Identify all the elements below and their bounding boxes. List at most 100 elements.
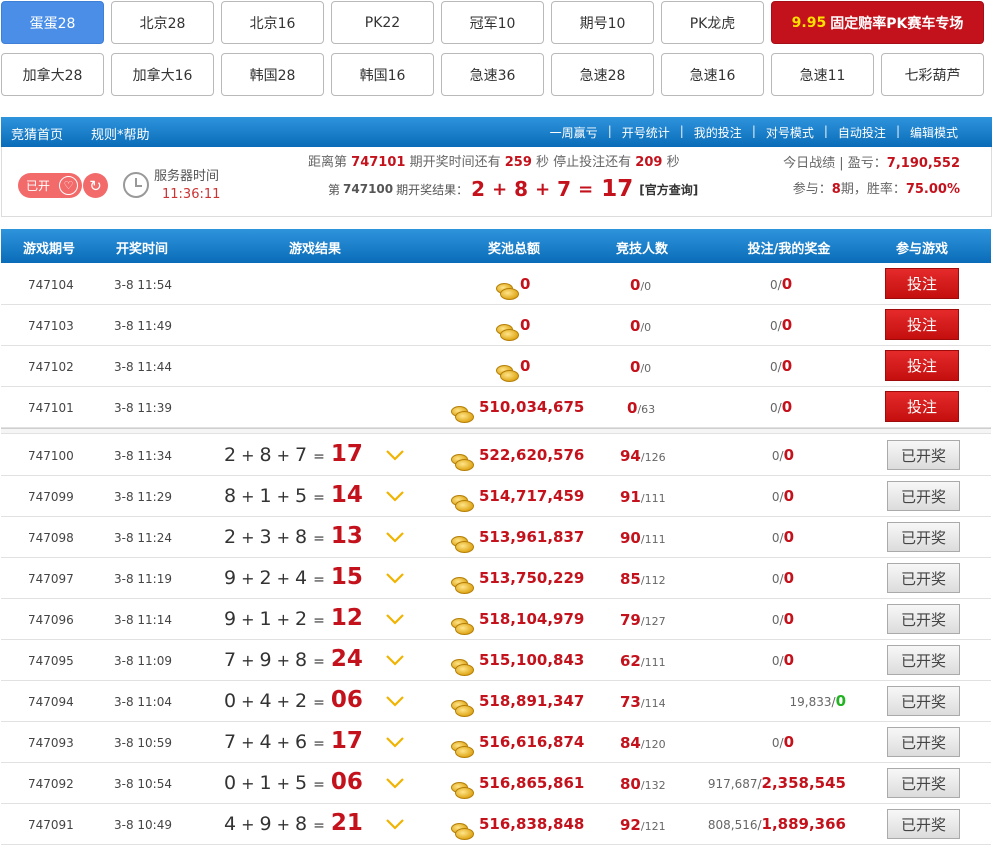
- plus-sign: +: [241, 692, 255, 711]
- bet-amount: 0/: [771, 531, 784, 545]
- draw-time: 3-8 11:14: [114, 613, 172, 627]
- tab-canada28[interactable]: 加拿大28: [1, 53, 104, 96]
- nav-separator: |: [895, 124, 900, 138]
- expand-chevron-icon[interactable]: [385, 530, 405, 544]
- bet-prize: 0/0: [772, 610, 794, 628]
- drawn-button[interactable]: 已开奖: [887, 645, 960, 675]
- draw-result: 9 +2 +4 = 15: [224, 564, 363, 590]
- countdown-unit: 秒 停止投注还有: [536, 155, 632, 170]
- expand-chevron-icon[interactable]: [385, 817, 405, 831]
- open-status-toggle[interactable]: 已开 ♡: [18, 173, 82, 198]
- bet-button[interactable]: 投注: [885, 391, 959, 422]
- players-total: /111: [640, 492, 666, 505]
- drawn-button[interactable]: 已开奖: [887, 768, 960, 798]
- players-total: /114: [640, 697, 666, 710]
- period: 747093: [28, 736, 74, 750]
- plus-sign: +: [276, 487, 290, 506]
- section-divider: [1, 428, 991, 434]
- period: 747098: [28, 531, 74, 545]
- nav-link-my-bets[interactable]: 我的投注: [684, 124, 752, 141]
- tab-canada16[interactable]: 加拿大16: [111, 53, 214, 96]
- coin-icon: [451, 406, 474, 423]
- nav-link-number-stats[interactable]: 开号统计: [612, 124, 680, 141]
- drawn-button[interactable]: 已开奖: [887, 604, 960, 634]
- expand-chevron-icon[interactable]: [385, 694, 405, 708]
- players-total: /121: [640, 820, 666, 833]
- drawn-button[interactable]: 已开奖: [887, 440, 960, 470]
- tab-beijing28[interactable]: 北京28: [111, 1, 214, 44]
- ball-c: 8: [295, 649, 308, 671]
- tab-pk-longhu[interactable]: PK龙虎: [661, 1, 764, 44]
- nav-link-pair-mode[interactable]: 对号模式: [756, 124, 824, 141]
- nav-link-auto-bet[interactable]: 自动投注: [828, 124, 896, 141]
- tab-qihao10[interactable]: 期号10: [551, 1, 654, 44]
- tab-jisu16[interactable]: 急速16: [661, 53, 764, 96]
- prize-amount: 0: [783, 569, 794, 587]
- ball-c: 5: [295, 772, 308, 794]
- tab-beijing16[interactable]: 北京16: [221, 1, 324, 44]
- bet-button[interactable]: 投注: [885, 309, 959, 340]
- tab-jisu28[interactable]: 急速28: [551, 53, 654, 96]
- expand-chevron-icon[interactable]: [385, 735, 405, 749]
- players: 0/0: [630, 275, 651, 294]
- drawn-button[interactable]: 已开奖: [887, 522, 960, 552]
- equals-sign: =: [578, 178, 594, 200]
- players: 90/111: [620, 528, 666, 547]
- tab-qicai-hulu[interactable]: 七彩葫芦: [881, 53, 984, 96]
- pool-amount: 0: [520, 275, 531, 293]
- plus-sign: +: [276, 610, 290, 629]
- tab-dandan28[interactable]: 蛋蛋28: [1, 1, 104, 44]
- result-sum: 24: [330, 646, 363, 672]
- period: 747101: [28, 401, 74, 415]
- tab-jisu11[interactable]: 急速11: [771, 53, 874, 96]
- table-row: 747100 3-8 11:34 2 +8 +7 = 17 522,620,576 94/126…: [1, 435, 991, 476]
- expand-chevron-icon[interactable]: [385, 776, 405, 790]
- drawn-button[interactable]: 已开奖: [887, 563, 960, 593]
- expand-chevron-icon[interactable]: [385, 448, 405, 462]
- ball-c: 8: [295, 526, 308, 548]
- refresh-icon[interactable]: ↻: [83, 173, 108, 198]
- ball-c: 8: [295, 813, 308, 835]
- expand-chevron-icon[interactable]: [385, 612, 405, 626]
- ball-a: 2: [224, 526, 237, 548]
- tab-korea28[interactable]: 韩国28: [221, 53, 324, 96]
- coin-icon: [496, 283, 519, 300]
- table-row: 747097 3-8 11:19 9 +2 +4 = 15 513,750,229 85/112…: [1, 558, 991, 599]
- bet-button[interactable]: 投注: [885, 350, 959, 381]
- table-row: 747103 3-8 11:49 0 0/0 0/0 投注: [1, 305, 991, 346]
- ball-c: 6: [295, 731, 308, 753]
- expand-chevron-icon[interactable]: [385, 489, 405, 503]
- drawn-button[interactable]: 已开奖: [887, 809, 960, 839]
- ball-c: 4: [295, 567, 308, 589]
- prize-amount: 1,889,366: [761, 815, 846, 833]
- tab-guanjun10[interactable]: 冠军10: [441, 1, 544, 44]
- tab-korea16[interactable]: 韩国16: [331, 53, 434, 96]
- expand-chevron-icon[interactable]: [385, 571, 405, 585]
- drawn-button[interactable]: 已开奖: [887, 686, 960, 716]
- draw-time: 3-8 11:09: [114, 654, 172, 668]
- tab-jisu36[interactable]: 急速36: [441, 53, 544, 96]
- drawn-button[interactable]: 已开奖: [887, 727, 960, 757]
- expand-chevron-icon[interactable]: [385, 653, 405, 667]
- nav-home-link[interactable]: 竞猜首页: [11, 124, 63, 143]
- nav-link-edit-mode[interactable]: 编辑模式: [900, 124, 968, 141]
- tab-pk22[interactable]: PK22: [331, 1, 434, 44]
- draw-time: 3-8 11:54: [114, 278, 172, 292]
- bet-prize: 0/0: [772, 733, 794, 751]
- ball-a: 0: [224, 772, 237, 794]
- equals-sign: =: [313, 818, 325, 834]
- nav-rules-link[interactable]: 规则*帮助: [91, 124, 150, 143]
- official-query-link[interactable]: [官方查询]: [639, 181, 698, 198]
- draw-time: 3-8 10:59: [114, 736, 172, 750]
- nav-link-weekly-profit[interactable]: 一周赢亏: [540, 124, 608, 141]
- result-sum: 06: [330, 769, 363, 795]
- nav-separator: |: [607, 124, 612, 138]
- bet-button[interactable]: 投注: [885, 268, 959, 299]
- countdown-period: 747101: [351, 155, 406, 170]
- last-ball-b: 8: [514, 177, 529, 201]
- tab-pk-racing-promo[interactable]: 9.95 固定赔率PK赛车专场: [771, 1, 984, 44]
- players-total: /126: [640, 451, 666, 464]
- prize-amount: 0: [783, 487, 794, 505]
- drawn-button[interactable]: 已开奖: [887, 481, 960, 511]
- period: 747094: [28, 695, 74, 709]
